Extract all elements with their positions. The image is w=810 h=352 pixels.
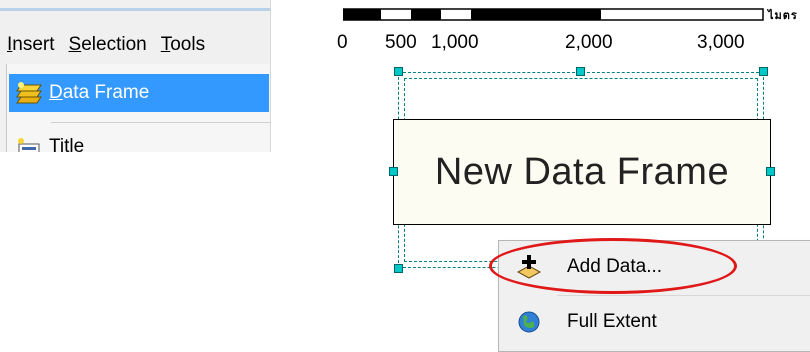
menu-separator (51, 122, 270, 123)
data-frame-label: New Data Frame (434, 150, 730, 193)
scale-bar-segment (411, 9, 441, 20)
scale-tick-label: 500 (385, 32, 417, 53)
menu-item-title[interactable]: Title (9, 128, 269, 152)
resize-handle[interactable] (766, 167, 775, 176)
menu-item-label: Full Extent (567, 311, 657, 332)
data-frame[interactable]: New Data Frame (393, 119, 771, 225)
scale-bar (343, 8, 764, 21)
scale-tick-label: 1,000 (431, 32, 479, 53)
globe-icon (499, 310, 559, 334)
resize-handle[interactable] (759, 67, 768, 76)
menu-separator (557, 295, 810, 296)
menu-item-label: Title (49, 136, 85, 152)
insert-dropdown: Data Frame Title (6, 64, 270, 152)
menu-item-full-extent[interactable]: Full Extent (499, 302, 810, 342)
scale-bar-segment (343, 9, 381, 20)
menu-item-label: Data Frame (49, 82, 150, 103)
menu-tools[interactable]: Tools (160, 34, 206, 62)
highlight-annotation (489, 238, 737, 294)
menu-item-data-frame[interactable]: Data Frame (9, 74, 269, 112)
menubar: Insert Selection Tools (6, 34, 206, 62)
scale-bar-units: ไมตร (768, 10, 798, 22)
resize-handle[interactable] (389, 167, 398, 176)
window-edge (0, 8, 270, 11)
scale-tick-label: 0 (337, 32, 348, 53)
resize-handle[interactable] (576, 67, 585, 76)
scale-tick-label: 2,000 (565, 32, 613, 53)
scale-tick-label: 3,000 (697, 32, 745, 53)
title-icon (9, 130, 49, 152)
menu-panel: Insert Selection Tools Data Frame Title (0, 0, 271, 152)
data-frame-icon (9, 76, 49, 110)
menu-selection[interactable]: Selection (68, 34, 148, 62)
resize-handle[interactable] (394, 67, 403, 76)
menu-insert[interactable]: Insert (6, 34, 56, 62)
resize-handle[interactable] (394, 264, 403, 273)
scale-bar-segment (471, 9, 601, 20)
